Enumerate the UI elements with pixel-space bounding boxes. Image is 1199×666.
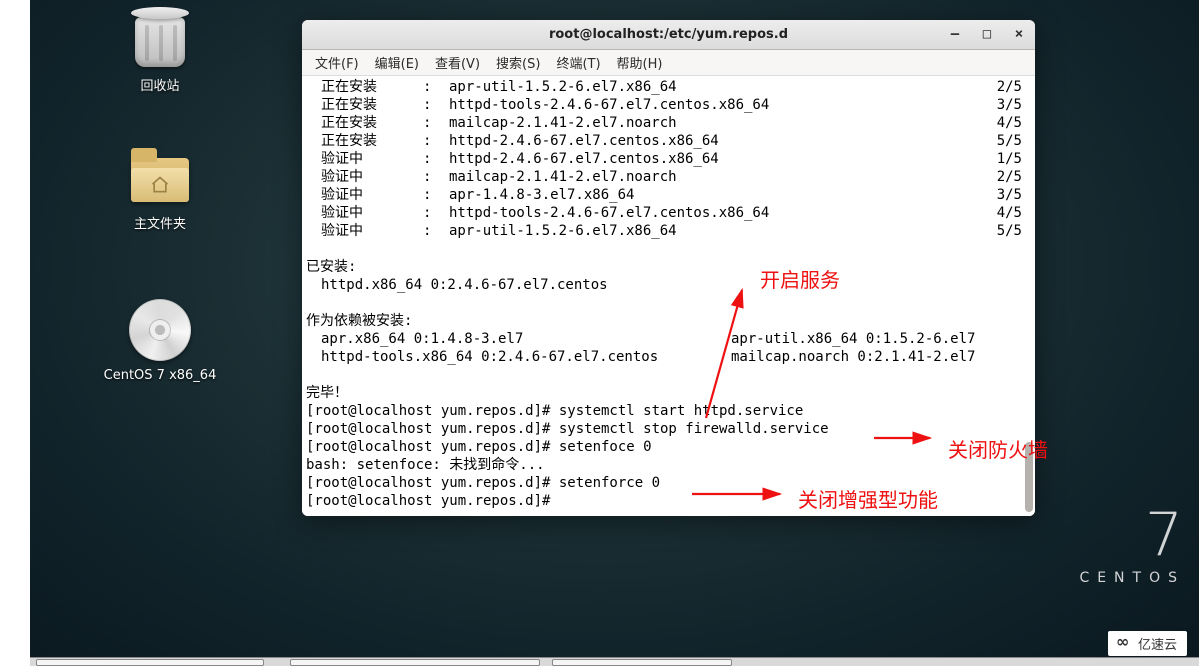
- menu-terminal[interactable]: 终端(T): [549, 50, 607, 75]
- terminal-line: bash: setenfoce: 未找到命令...: [306, 456, 1031, 474]
- terminal-title: root@localhost:/etc/yum.repos.d: [549, 27, 788, 42]
- annotation-start-service: 开启服务: [760, 264, 840, 293]
- trash-label: 回收站: [100, 75, 220, 94]
- trash-icon: [125, 2, 195, 72]
- arrow-start-service-icon: [698, 284, 758, 424]
- left-strip: [0, 0, 30, 666]
- dep-line: apr.x86_64 0:1.4.8-3.el7apr-util.x86_64 …: [306, 330, 1022, 348]
- pkg-progress-line: 正在安装: httpd-tools-2.4.6-67.el7.centos.x8…: [306, 96, 1022, 114]
- terminal-titlebar[interactable]: root@localhost:/etc/yum.repos.d — □ ×: [302, 20, 1035, 50]
- pkg-progress-line: 验证中: apr-util-1.5.2-6.el7.x86_645/5: [306, 222, 1022, 240]
- taskbar[interactable]: [30, 657, 1199, 666]
- menu-view[interactable]: 查看(V): [428, 50, 487, 75]
- close-button[interactable]: ×: [1009, 24, 1029, 44]
- disc-icon: [125, 295, 195, 365]
- arrow-selinux-icon: [690, 484, 790, 504]
- disc-desktop-icon[interactable]: CentOS 7 x86_64: [100, 295, 220, 383]
- taskbar-button[interactable]: [290, 659, 540, 666]
- disc-label: CentOS 7 x86_64: [100, 368, 220, 383]
- minimize-button[interactable]: —: [945, 24, 965, 44]
- annotation-disable-selinux: 关闭增强型功能: [798, 484, 938, 513]
- home-folder-label: 主文件夹: [100, 213, 220, 232]
- pkg-progress-line: 正在安装: httpd-2.4.6-67.el7.centos.x86_645/…: [306, 132, 1022, 150]
- pkg-progress-line: 验证中: httpd-tools-2.4.6-67.el7.centos.x86…: [306, 204, 1022, 222]
- taskbar-button[interactable]: [552, 659, 732, 666]
- watermark-badge: 亿速云: [1108, 631, 1187, 656]
- branding-name: CENTOS: [1079, 570, 1185, 586]
- annotation-stop-firewall: 关闭防火墙: [948, 434, 1048, 463]
- pkg-progress-line: 验证中: apr-1.4.8-3.el7.x86_643/5: [306, 186, 1022, 204]
- menu-help[interactable]: 帮助(H): [610, 50, 670, 75]
- pkg-progress-line: 正在安装: apr-util-1.5.2-6.el7.x86_642/5: [306, 78, 1022, 96]
- terminal-line: [root@localhost yum.repos.d]# systemctl …: [306, 402, 1031, 420]
- pkg-progress-line: 验证中: mailcap-2.1.41-2.el7.noarch2/5: [306, 168, 1022, 186]
- menu-edit[interactable]: 编辑(E): [368, 50, 426, 75]
- dep-line: httpd-tools.x86_64 0:2.4.6-67.el7.centos…: [306, 348, 1022, 366]
- menu-search[interactable]: 搜索(S): [489, 50, 547, 75]
- branding-seven: 7: [1079, 500, 1185, 570]
- taskbar-button[interactable]: [36, 659, 264, 666]
- folder-home-icon: [125, 140, 195, 210]
- menu-file[interactable]: 文件(F): [308, 50, 366, 75]
- centos-branding: 7 CENTOS: [1079, 500, 1185, 586]
- home-folder-desktop-icon[interactable]: 主文件夹: [100, 140, 220, 232]
- pkg-progress-line: 验证中: httpd-2.4.6-67.el7.centos.x86_641/5: [306, 150, 1022, 168]
- arrow-firewall-icon: [872, 428, 942, 448]
- trash-desktop-icon[interactable]: 回收站: [100, 2, 220, 94]
- terminal-content[interactable]: 正在安装: apr-util-1.5.2-6.el7.x86_642/5 正在安…: [302, 76, 1035, 516]
- maximize-button[interactable]: □: [977, 24, 997, 44]
- terminal-menubar: 文件(F) 编辑(E) 查看(V) 搜索(S) 终端(T) 帮助(H): [302, 50, 1035, 76]
- pkg-progress-line: 正在安装: mailcap-2.1.41-2.el7.noarch4/5: [306, 114, 1022, 132]
